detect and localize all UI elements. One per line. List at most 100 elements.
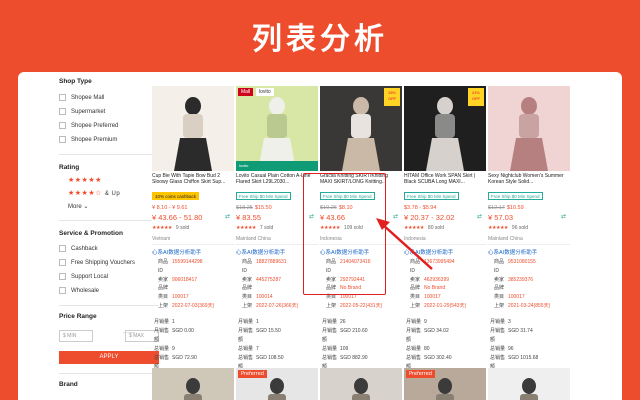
analysis-value[interactable]: 906018417 bbox=[172, 276, 197, 285]
promo-tag: 10% coins cashback bbox=[152, 192, 200, 200]
filter-support-local[interactable]: Support Local bbox=[59, 273, 108, 280]
product-image[interactable]: 15% OFF bbox=[320, 86, 402, 171]
brand-banner: lovito bbox=[236, 161, 318, 171]
stat-row-monthly_sales: 月销量 3 bbox=[488, 318, 570, 327]
analysis-value: 2022-07-03(369天) bbox=[172, 302, 215, 309]
product-image[interactable] bbox=[488, 86, 570, 171]
product-image[interactable] bbox=[152, 368, 234, 400]
analysis-row-brand: 品牌 bbox=[152, 284, 234, 293]
sold-count: 9 sold bbox=[175, 225, 190, 231]
sold-count: 96 sold bbox=[511, 225, 529, 231]
product-title[interactable]: Sexy Nightclub Women's Summer Korean Sty… bbox=[488, 173, 570, 185]
product-card[interactable]: Sexy Nightclub Women's Summer Korean Sty… bbox=[488, 86, 570, 242]
analysis-value: 100017 bbox=[172, 294, 189, 301]
trend-icon: ⇄ bbox=[224, 214, 230, 220]
checkbox[interactable] bbox=[59, 136, 66, 143]
stat-row-total_sales: 总销量 80 bbox=[404, 345, 486, 354]
analysis-label: 商品ID bbox=[158, 259, 169, 274]
sales-stats: 月销量 3 月销售额 SGD 31.74 总销量 96 总销售额 SGD 1015.68 bbox=[488, 318, 570, 372]
checkbox[interactable] bbox=[59, 108, 66, 115]
converted-price: ¥ 43.66 - 51.80 ⇄ bbox=[152, 213, 230, 222]
analysis-row-category: 类目 100017 bbox=[152, 293, 234, 302]
stat-row-monthly_revenue: 月销售额 SGD 31.74 bbox=[488, 327, 570, 345]
stat-label: 月销售额 bbox=[406, 328, 422, 343]
filter-supermarket[interactable]: Supermarket bbox=[59, 108, 105, 115]
stat-label: 月销量 bbox=[322, 319, 338, 325]
filter-cashback[interactable]: Cashback bbox=[59, 245, 98, 252]
rating-stars: ★★★★★ bbox=[236, 225, 256, 231]
rating-4-stars[interactable]: ★★★★☆ & Up bbox=[68, 189, 120, 197]
sales-stats: 月销量 1 月销售额 SGD 0.00 总销量 9 总销售额 SGD 72.90 bbox=[152, 318, 234, 372]
page-title: 列表分析 bbox=[252, 22, 388, 57]
analysis-title[interactable]: 心系AI数据分析助手 bbox=[152, 248, 234, 256]
analysis-row-brand: 品牌 bbox=[488, 284, 570, 293]
stat-value: 1 bbox=[172, 319, 175, 325]
stat-value: 1 bbox=[256, 319, 259, 325]
stat-value: SGD 34.02 bbox=[424, 328, 449, 334]
stat-row-total_sales: 总销量 109 bbox=[320, 345, 402, 354]
checkbox[interactable] bbox=[59, 273, 66, 280]
analysis-panel: 心系AI数据分析助手商品ID 9531080155 卖家 385239376 品牌 类目 1… bbox=[488, 248, 570, 311]
analysis-row-seller: 卖家 385239376 bbox=[488, 276, 570, 285]
product-image[interactable]: 21% OFF bbox=[404, 86, 486, 171]
checkbox[interactable] bbox=[59, 287, 66, 294]
analysis-title[interactable]: 心系AI数据分析助手 bbox=[488, 248, 570, 256]
analysis-row-brand: 品牌 No Brand bbox=[404, 284, 486, 293]
trend-icon: ⇄ bbox=[476, 214, 482, 220]
product-image[interactable]: Preferred bbox=[404, 368, 486, 400]
analysis-value[interactable]: 18827889631 bbox=[256, 258, 287, 276]
promo-tag: Free Ship $0 Min Spend bbox=[404, 192, 459, 200]
product-image[interactable]: Mall lovito lovito bbox=[236, 86, 318, 171]
analysis-label: 品牌 bbox=[410, 285, 421, 292]
analysis-label: 品牌 bbox=[158, 285, 169, 292]
analysis-row-listed: 上架 2022-07-03(369天) bbox=[152, 302, 234, 311]
product-title[interactable]: HITAM Office Work SPAN Skirt | Black SCU… bbox=[404, 173, 486, 185]
original-price: $12.17 bbox=[488, 205, 505, 211]
analysis-row-listed: 上架 2022-05-22(431天) bbox=[320, 302, 402, 311]
analysis-value[interactable]: 385239376 bbox=[508, 276, 533, 285]
product-title[interactable]: Cup Bie With Tapie Bow Bud 2 Sloowy Glas… bbox=[152, 173, 234, 185]
filter-free-shipping[interactable]: Free Shipping Vouchers bbox=[59, 259, 135, 266]
stat-row-monthly_sales: 月销量 1 bbox=[152, 318, 234, 327]
analysis-value: 100017 bbox=[424, 294, 441, 301]
checkbox[interactable] bbox=[59, 122, 66, 129]
product-image[interactable]: Preferred bbox=[236, 368, 318, 400]
checkbox[interactable] bbox=[59, 259, 66, 266]
stat-row-monthly_revenue: 月销售额 SGD 34.02 bbox=[404, 327, 486, 345]
analysis-row-listed: 上架 2021-03-24(855天) bbox=[488, 302, 570, 311]
price-min-input[interactable]: $ MIN bbox=[59, 330, 93, 342]
product-card[interactable]: Cup Bie With Tapie Bow Bud 2 Sloowy Glas… bbox=[152, 86, 234, 242]
pointer-arrow-icon bbox=[376, 218, 433, 270]
analysis-row-category: 类目 100017 bbox=[488, 293, 570, 302]
discount-badge: 15% OFF bbox=[384, 88, 400, 106]
rating-more-link[interactable]: More ⌄ bbox=[68, 203, 88, 210]
discount-badge: 21% OFF bbox=[468, 88, 484, 106]
filter-wholesale[interactable]: Wholesale bbox=[59, 287, 99, 294]
rating-5-stars[interactable]: ★★★★★ bbox=[68, 176, 102, 184]
sales-stats: 月销量 26 月销售额 SGD 210.60 总销量 109 总销售额 SGD 882.90 bbox=[320, 318, 402, 372]
product-photo bbox=[488, 86, 570, 171]
analysis-label: 商品ID bbox=[494, 259, 505, 274]
product-image[interactable] bbox=[488, 368, 570, 400]
shop-type-heading: Shop Type bbox=[59, 78, 92, 85]
filter-shopee-mall[interactable]: Shopee Mall bbox=[59, 94, 104, 101]
stat-label: 月销售额 bbox=[490, 328, 506, 343]
filter-shopee-preferred[interactable]: Shopee Preferred bbox=[59, 122, 118, 129]
price-range-inputs: $ MIN —— $ MAX bbox=[30, 330, 160, 344]
product-image[interactable] bbox=[152, 86, 234, 171]
checkbox[interactable] bbox=[59, 245, 66, 252]
product-image[interactable] bbox=[320, 368, 402, 400]
analysis-value[interactable]: 15599144298 bbox=[172, 258, 203, 276]
rating-sold: ★★★★★ 96 sold bbox=[488, 225, 570, 231]
analysis-value[interactable]: 445275287 bbox=[256, 276, 281, 285]
analysis-value[interactable]: 462936399 bbox=[424, 276, 449, 285]
analysis-value[interactable]: 9531080155 bbox=[508, 258, 536, 276]
apply-button[interactable]: APPLY bbox=[59, 351, 159, 364]
original-price: $18.25 bbox=[236, 205, 253, 211]
preferred-badge: Preferred bbox=[406, 370, 435, 378]
analysis-label: 上架 bbox=[158, 302, 169, 309]
checkbox[interactable] bbox=[59, 94, 66, 101]
filter-shopee-premium[interactable]: Shopee Premium bbox=[59, 136, 117, 143]
analysis-label: 卖家 bbox=[494, 276, 505, 283]
stat-label: 月销售额 bbox=[322, 328, 338, 343]
